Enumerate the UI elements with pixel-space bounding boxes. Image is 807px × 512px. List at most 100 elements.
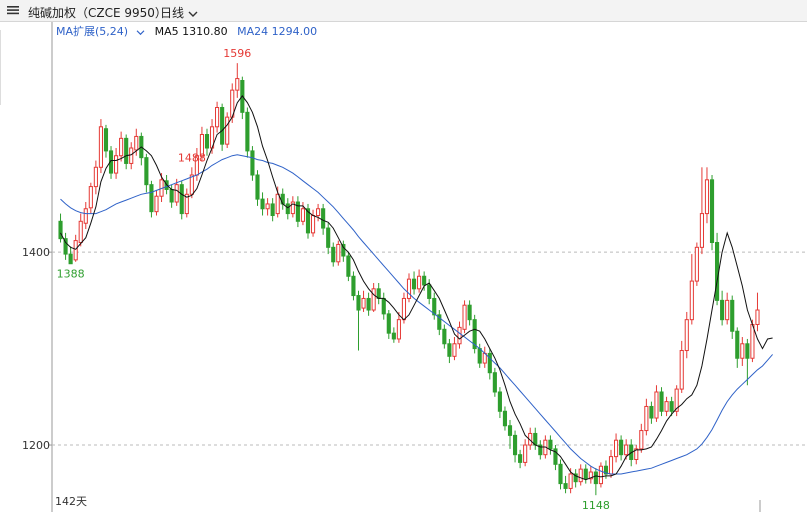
candle-up <box>750 323 755 359</box>
candle-up <box>679 350 684 390</box>
candle-up <box>300 208 306 222</box>
candle-down <box>593 471 598 485</box>
candle-layer <box>58 63 760 496</box>
candle-up <box>457 326 462 345</box>
candle-down <box>715 242 720 301</box>
candle-down <box>295 201 300 222</box>
candle-up <box>215 107 220 128</box>
candle-down <box>558 463 563 485</box>
candle-up <box>78 220 83 244</box>
ma-layer <box>60 95 773 481</box>
candle-up <box>275 193 280 215</box>
candle-up <box>598 465 603 485</box>
candle-down <box>204 134 210 149</box>
candle-up <box>235 78 240 91</box>
candle-down <box>583 468 588 480</box>
candle-down <box>619 439 624 456</box>
candle-up <box>310 215 316 234</box>
candle-down <box>381 297 386 315</box>
candle-up <box>88 186 93 209</box>
candle-down <box>103 128 109 152</box>
candle-down <box>356 295 361 311</box>
candle-up <box>361 297 366 309</box>
candle-down <box>411 278 417 290</box>
candle-down <box>720 299 725 321</box>
candle-down <box>270 203 275 217</box>
candle-down <box>432 297 437 316</box>
candle-up <box>93 166 98 188</box>
candle-up <box>154 195 159 213</box>
candle-down <box>492 372 497 393</box>
candle-down <box>321 208 326 229</box>
candle-down <box>149 184 154 213</box>
candle-up <box>406 278 412 299</box>
candle-up <box>189 174 194 195</box>
candle-down <box>427 284 432 299</box>
candle-down <box>260 198 265 210</box>
candle-up <box>396 319 401 340</box>
candle-down <box>477 348 482 364</box>
candle-down <box>467 304 472 321</box>
candle-down <box>255 174 260 200</box>
candle-up <box>119 137 124 157</box>
ma5-line <box>60 95 773 481</box>
candle-down <box>391 332 396 340</box>
candle-down <box>124 137 129 164</box>
candle-up <box>644 405 649 432</box>
candle-down <box>735 330 740 359</box>
candle-up <box>578 468 583 483</box>
candle-down <box>487 352 492 374</box>
candle-down <box>386 313 391 334</box>
candle-up <box>98 126 103 168</box>
days-count-label: 142天 <box>55 495 87 508</box>
low-start-annotation: 1388 <box>57 268 85 281</box>
candle-down <box>331 246 336 263</box>
candle-down <box>144 157 149 186</box>
candle-down <box>366 297 371 311</box>
candle-down <box>745 343 750 359</box>
candle-down <box>709 179 715 244</box>
candle-up <box>73 240 78 261</box>
candle-up <box>417 275 422 290</box>
candle-up <box>462 304 467 330</box>
candle-down <box>351 275 356 297</box>
candle-down <box>169 188 174 203</box>
candle-up <box>654 391 659 419</box>
high2-annotation: 1488 <box>178 151 206 164</box>
candle-up <box>114 155 119 174</box>
candle-down <box>563 483 568 489</box>
candle-up <box>684 319 689 352</box>
candle-down <box>346 255 351 277</box>
candle-down <box>179 184 184 215</box>
high-annotation: 1596 <box>223 47 251 60</box>
y-tick-label-1400: 1400 <box>22 246 50 259</box>
candle-up <box>664 401 669 412</box>
candlestick-chart[interactable]: 1200 1400 1596 1488 1148 1388 142天 <box>0 0 807 512</box>
candle-up <box>134 135 139 151</box>
candle-down <box>68 253 73 265</box>
candle-up <box>694 246 699 282</box>
candle-up <box>129 147 134 164</box>
candle-down <box>507 425 513 436</box>
candle-down <box>422 275 427 286</box>
candle-down <box>220 107 225 145</box>
candle-down <box>548 439 553 450</box>
candle-down <box>447 343 452 357</box>
candle-up <box>316 208 321 217</box>
candle-down <box>659 391 664 412</box>
candle-down <box>649 405 654 419</box>
candle-up <box>371 288 376 311</box>
candle-down <box>669 401 674 412</box>
y-tick-label-1200: 1200 <box>22 439 50 452</box>
candle-down <box>326 227 331 248</box>
candle-down <box>497 391 502 412</box>
candle-up <box>174 184 179 203</box>
candle-up <box>568 473 573 489</box>
candle-down <box>245 111 250 152</box>
candle-down <box>250 150 255 176</box>
candle-down <box>518 454 523 463</box>
candle-down <box>442 328 447 345</box>
label-layer: 1200 1400 1596 1488 1148 1388 <box>22 47 610 512</box>
candle-down <box>730 299 735 332</box>
candle-up <box>704 179 710 215</box>
